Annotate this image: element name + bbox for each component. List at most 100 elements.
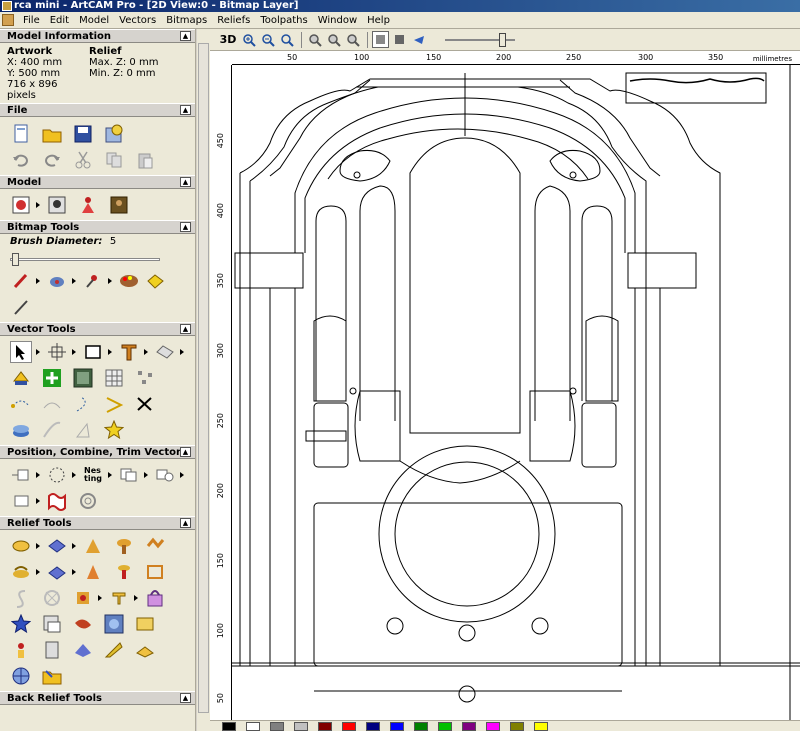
star-shape-icon[interactable] xyxy=(103,419,125,441)
vector-texture-icon[interactable] xyxy=(72,367,94,389)
zoom-all-icon[interactable] xyxy=(306,31,323,48)
offset-vectors-icon[interactable] xyxy=(10,490,32,512)
shape-editor-icon[interactable] xyxy=(10,535,32,557)
copy-relief-icon[interactable] xyxy=(41,613,63,635)
layers-stack-icon[interactable] xyxy=(10,419,32,441)
zoom-slider[interactable] xyxy=(445,32,515,48)
cut-icon[interactable] xyxy=(72,149,94,171)
color-swatch[interactable] xyxy=(270,721,284,731)
rectangle-icon[interactable] xyxy=(82,341,104,363)
zoom-in-icon[interactable] xyxy=(240,31,257,48)
color-swatch[interactable] xyxy=(486,721,500,731)
group-vectors-icon[interactable] xyxy=(118,464,140,486)
2d-view-canvas[interactable]: 50 100 150 200 250 300 350 millimetres 4… xyxy=(210,51,800,720)
section-bitmap-tools[interactable]: Bitmap Tools ▲ xyxy=(0,220,195,234)
section-file[interactable]: File ▲ xyxy=(0,103,195,117)
dropdown-arrow-icon[interactable] xyxy=(72,278,76,284)
dropdown-arrow-icon[interactable] xyxy=(72,349,76,355)
dropdown-arrow-icon[interactable] xyxy=(72,472,76,478)
collapse-icon[interactable]: ▲ xyxy=(180,222,191,232)
bezier-nodes-icon[interactable] xyxy=(10,393,32,415)
flood-fill-icon[interactable] xyxy=(82,270,104,292)
vector-cross-icon[interactable] xyxy=(41,367,63,389)
dropdown-arrow-icon[interactable] xyxy=(36,543,40,549)
layered-relief-icon[interactable] xyxy=(134,639,156,661)
view-bitmap-icon[interactable] xyxy=(372,31,389,48)
rotary-icon[interactable] xyxy=(144,561,166,583)
dropdown-arrow-icon[interactable] xyxy=(36,498,40,504)
menu-help[interactable]: Help xyxy=(362,15,395,26)
collapse-icon[interactable]: ▲ xyxy=(180,447,191,457)
open-folder-icon[interactable] xyxy=(41,123,63,145)
color-swatch[interactable] xyxy=(534,721,548,731)
align-vectors-icon[interactable] xyxy=(10,464,32,486)
sculpt-icon[interactable] xyxy=(46,561,68,583)
text-tool-icon[interactable] xyxy=(118,341,140,363)
distribute-dots-icon[interactable] xyxy=(46,464,68,486)
dropdown-arrow-icon[interactable] xyxy=(36,472,40,478)
two-rail-sweep-icon[interactable] xyxy=(82,535,104,557)
color-swatch[interactable] xyxy=(318,721,332,731)
menu-vectors[interactable]: Vectors xyxy=(114,15,161,26)
dropdown-arrow-icon[interactable] xyxy=(36,202,40,208)
swirl-icon[interactable] xyxy=(77,490,99,512)
node-editing-icon[interactable] xyxy=(10,367,32,389)
globe-relief-icon[interactable] xyxy=(10,665,32,687)
palette-icon[interactable] xyxy=(118,270,140,292)
transform-icon[interactable] xyxy=(46,341,68,363)
dropdown-arrow-icon[interactable] xyxy=(98,595,102,601)
paint-brush-icon[interactable] xyxy=(46,270,68,292)
redo-icon[interactable] xyxy=(41,149,63,171)
arc-fit-icon[interactable] xyxy=(72,393,94,415)
weld-vectors-icon[interactable] xyxy=(154,464,176,486)
nesting-icon[interactable]: Nes ting xyxy=(82,464,104,486)
trim-scissors-icon[interactable] xyxy=(134,393,156,415)
menu-file[interactable]: File xyxy=(18,15,45,26)
model-figure-icon[interactable] xyxy=(77,194,99,216)
cabinet-vector-drawing[interactable] xyxy=(210,51,800,720)
zoom-out-icon[interactable] xyxy=(259,31,276,48)
folder-relief-icon[interactable] xyxy=(41,665,63,687)
texture-relief-icon[interactable] xyxy=(103,613,125,635)
dropdown-arrow-icon[interactable] xyxy=(108,278,112,284)
menu-model[interactable]: Model xyxy=(74,15,114,26)
slider-thumb[interactable] xyxy=(12,253,19,266)
collapse-icon[interactable]: ▲ xyxy=(180,105,191,115)
menu-reliefs[interactable]: Reliefs xyxy=(212,15,255,26)
color-swatch[interactable] xyxy=(390,721,404,731)
dropdown-arrow-icon[interactable] xyxy=(72,543,76,549)
copy-icon[interactable] xyxy=(103,149,125,171)
document-icon[interactable] xyxy=(2,14,14,26)
angle-measure-icon[interactable] xyxy=(103,393,125,415)
color-swatch[interactable] xyxy=(462,721,476,731)
section-back-relief-tools[interactable]: Back Relief Tools ▲ xyxy=(0,691,195,705)
dropdown-arrow-icon[interactable] xyxy=(36,349,40,355)
zoom-slider-knob[interactable] xyxy=(499,32,506,47)
color-swatch[interactable] xyxy=(294,721,308,731)
brush-diameter-slider[interactable] xyxy=(0,252,195,268)
knot-icon[interactable] xyxy=(41,587,63,609)
extrude-icon[interactable] xyxy=(46,535,68,557)
toggle-3d-view-button[interactable]: 3D xyxy=(218,31,238,48)
dropdown-arrow-icon[interactable] xyxy=(134,595,138,601)
model-resolution-icon[interactable] xyxy=(46,194,68,216)
dropdown-arrow-icon[interactable] xyxy=(108,349,112,355)
color-swatch[interactable] xyxy=(342,721,356,731)
dropdown-arrow-icon[interactable] xyxy=(144,349,148,355)
setup-icon[interactable] xyxy=(103,123,125,145)
section-position-combine-trim[interactable]: Position, Combine, Trim Vectors ▲ xyxy=(0,445,195,459)
paste-icon[interactable] xyxy=(134,149,156,171)
dropdown-arrow-icon[interactable] xyxy=(108,472,112,478)
stamp-relief-icon[interactable] xyxy=(41,639,63,661)
plane-relief-icon[interactable] xyxy=(72,639,94,661)
zoom-box-icon[interactable] xyxy=(325,31,342,48)
dropdown-arrow-icon[interactable] xyxy=(72,569,76,575)
dropdown-arrow-icon[interactable] xyxy=(180,349,184,355)
spin-icon[interactable] xyxy=(113,535,135,557)
dropdown-arrow-icon[interactable] xyxy=(180,472,184,478)
smooth-relief-icon[interactable] xyxy=(108,587,130,609)
erase-line-icon[interactable] xyxy=(10,296,32,318)
tiled-relief-icon[interactable] xyxy=(72,587,94,609)
pedestal-icon[interactable] xyxy=(113,561,135,583)
zoom-previous-icon[interactable] xyxy=(278,31,295,48)
